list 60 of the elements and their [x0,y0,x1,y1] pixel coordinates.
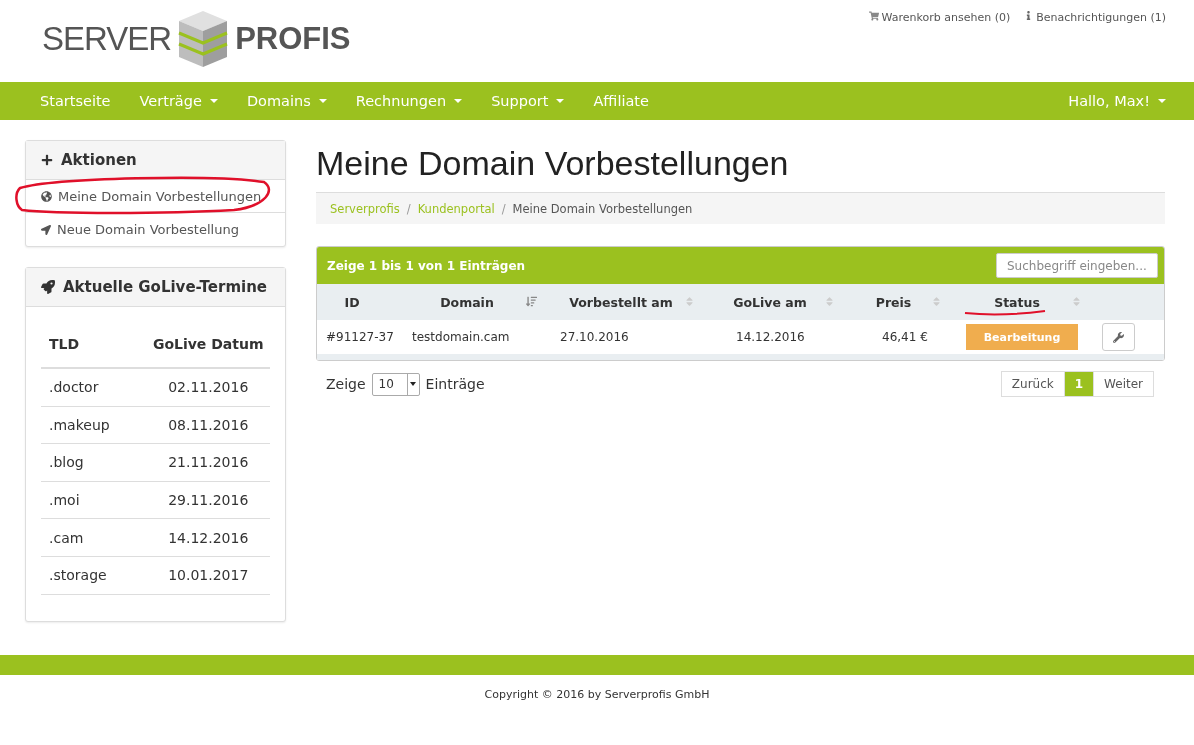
sidebar-item[interactable]: Meine Domain Vorbestellungen [26,180,285,213]
plus-icon [41,154,53,166]
page-title: Meine Domain Vorbestellungen [316,144,790,184]
copyright-text: Copyright © 2016 by Serverprofis GmbH [484,688,710,703]
column-header[interactable]: Status [994,294,1040,310]
table-cell-text: testdomain.cam [411,330,511,344]
sort-icon[interactable] [824,296,835,307]
column-header[interactable]: Domain [440,294,494,310]
logo-text: PROFIS [235,21,351,57]
sidebar-item[interactable]: Neue Domain Vorbestellung [26,213,285,246]
breadcrumb-separator: / [406,201,411,216]
table-cell-text: .cam [48,529,85,546]
table-cell-text: 14.12.2016 [167,529,250,546]
sort-icon[interactable] [526,296,537,307]
column-header[interactable]: GoLive am [733,294,807,310]
search-field[interactable]: Suchbegriff eingeben... [996,253,1158,278]
settings-button[interactable] [1102,323,1135,351]
globe-icon [41,190,52,202]
table-cell-text: .storage [48,567,108,584]
column-header: GoLive Datum [151,336,265,352]
cart-icon [868,11,879,21]
arrow-icon [41,224,51,235]
table-cell-text: .moi [48,492,81,509]
table-cell-text: 08.11.2016 [167,416,250,433]
table-cell-text: 02.11.2016 [167,379,250,396]
breadcrumb-separator: / [501,201,506,216]
table-cell-text: .makeup [48,416,111,433]
table-cell-text: #91127-37 [325,330,395,344]
length-label: Zeige [326,376,366,392]
sort-icon[interactable] [684,296,695,307]
table-cell-text: 14.12.2016 [735,330,806,344]
sort-icon[interactable] [1071,296,1082,307]
cube-logo-icon [177,9,230,69]
table-cell-text: .blog [48,454,85,471]
caret-icon [410,382,417,386]
table-cell-text: 29.11.2016 [167,492,250,509]
breadcrumb-text: Meine Domain Vorbestellungen [512,201,693,216]
rocket-icon [41,280,55,294]
pagination-button[interactable]: Weiter [1093,371,1154,397]
pagination-button[interactable]: Zurück [1000,371,1065,397]
notifications-link[interactable]: Benachrichtigungen (1) [1024,11,1166,82]
status-label: Bearbeitung [966,324,1078,350]
column-header[interactable]: Preis [875,294,912,310]
page-size-select[interactable]: 10 [371,372,420,396]
table-cell-text: .doctor [48,379,100,396]
table-cell-text: 46,41 € [881,330,929,344]
table-cell-text: 21.11.2016 [167,454,250,471]
table-cell-text: 10.01.2017 [167,567,250,584]
panel-title: Aktionen [61,151,137,169]
length-label: Einträge [425,376,485,392]
entries-info: Zeige 1 bis 1 von 1 Einträgen [327,258,526,273]
table-cell-text: 27.10.2016 [559,330,630,344]
logo-text: SERVER [42,20,172,58]
wrench-icon [1113,331,1124,343]
sort-icon[interactable] [931,296,942,307]
column-header: TLD [48,336,81,352]
panel-title: Aktuelle GoLive-Termine [63,278,267,296]
cart-link[interactable]: Warenkorb ansehen (0) [868,11,1011,82]
column-header[interactable]: ID [344,294,360,310]
column-header[interactable]: Vorbestellt am [569,294,673,310]
